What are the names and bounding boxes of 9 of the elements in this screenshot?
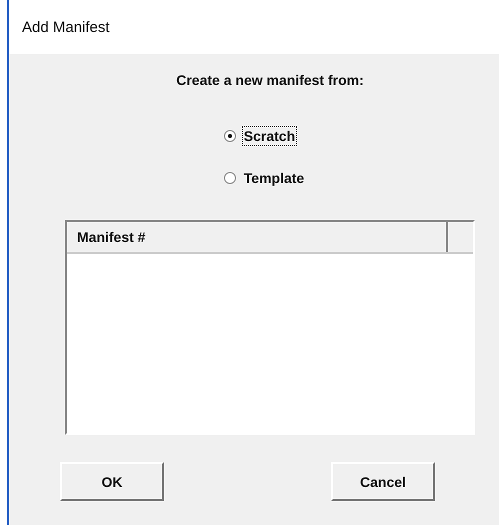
radio-label[interactable]: Template: [242, 168, 306, 188]
window-title: Add Manifest: [22, 18, 110, 36]
heading: Create a new manifest from:: [176, 72, 364, 88]
radio-button[interactable]: [224, 130, 236, 142]
radio-label[interactable]: Scratch: [242, 126, 298, 146]
dialog-button[interactable]: Cancel: [331, 462, 435, 501]
manifest-list[interactable]: Manifest #: [65, 220, 475, 435]
radio-button[interactable]: [224, 172, 236, 184]
dialog-button[interactable]: OK: [60, 462, 164, 501]
